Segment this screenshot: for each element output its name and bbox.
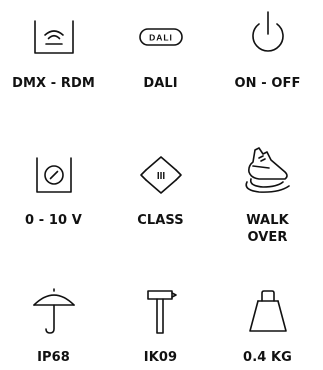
feature-dali: DALI DALI xyxy=(107,0,214,110)
feature-label: ON - OFF xyxy=(234,76,301,91)
feature-label: 0 - 10 V xyxy=(25,213,82,228)
feature-dmx-rdm: DMX - RDM xyxy=(0,0,107,110)
walk-over-icon xyxy=(214,147,321,194)
power-icon xyxy=(214,10,321,56)
feature-0-10v: 0 - 10 V xyxy=(0,140,107,250)
feature-label: CLASS xyxy=(137,213,184,228)
feature-ik09: IK09 xyxy=(107,280,214,370)
feature-class: III CLASS xyxy=(107,140,214,250)
feature-label: IK09 xyxy=(143,350,178,365)
dali-icon: DALI xyxy=(107,14,214,60)
weight-icon xyxy=(214,288,321,334)
class-icon: III xyxy=(107,152,214,198)
feature-label: DMX - RDM xyxy=(12,76,95,91)
dali-icon-text: DALI xyxy=(149,33,173,43)
feature-walk-over: WALK OVER xyxy=(214,140,321,260)
feature-label: IP68 xyxy=(37,350,70,365)
feature-on-off: ON - OFF xyxy=(214,0,321,110)
hammer-icon xyxy=(107,288,214,334)
feature-label: DALI xyxy=(143,76,178,91)
feature-label-line1: WALK xyxy=(246,213,289,228)
class-icon-text: III xyxy=(156,171,165,182)
umbrella-icon xyxy=(0,288,107,334)
feature-label: WALK OVER xyxy=(214,212,321,246)
dmx-rdm-icon xyxy=(0,14,107,60)
feature-label: 0.4 KG xyxy=(243,350,292,365)
dimmer-icon xyxy=(0,152,107,198)
feature-weight: 0.4 KG xyxy=(214,280,321,370)
feature-ip68: IP68 xyxy=(0,280,107,370)
feature-label-line2: OVER xyxy=(247,230,288,245)
